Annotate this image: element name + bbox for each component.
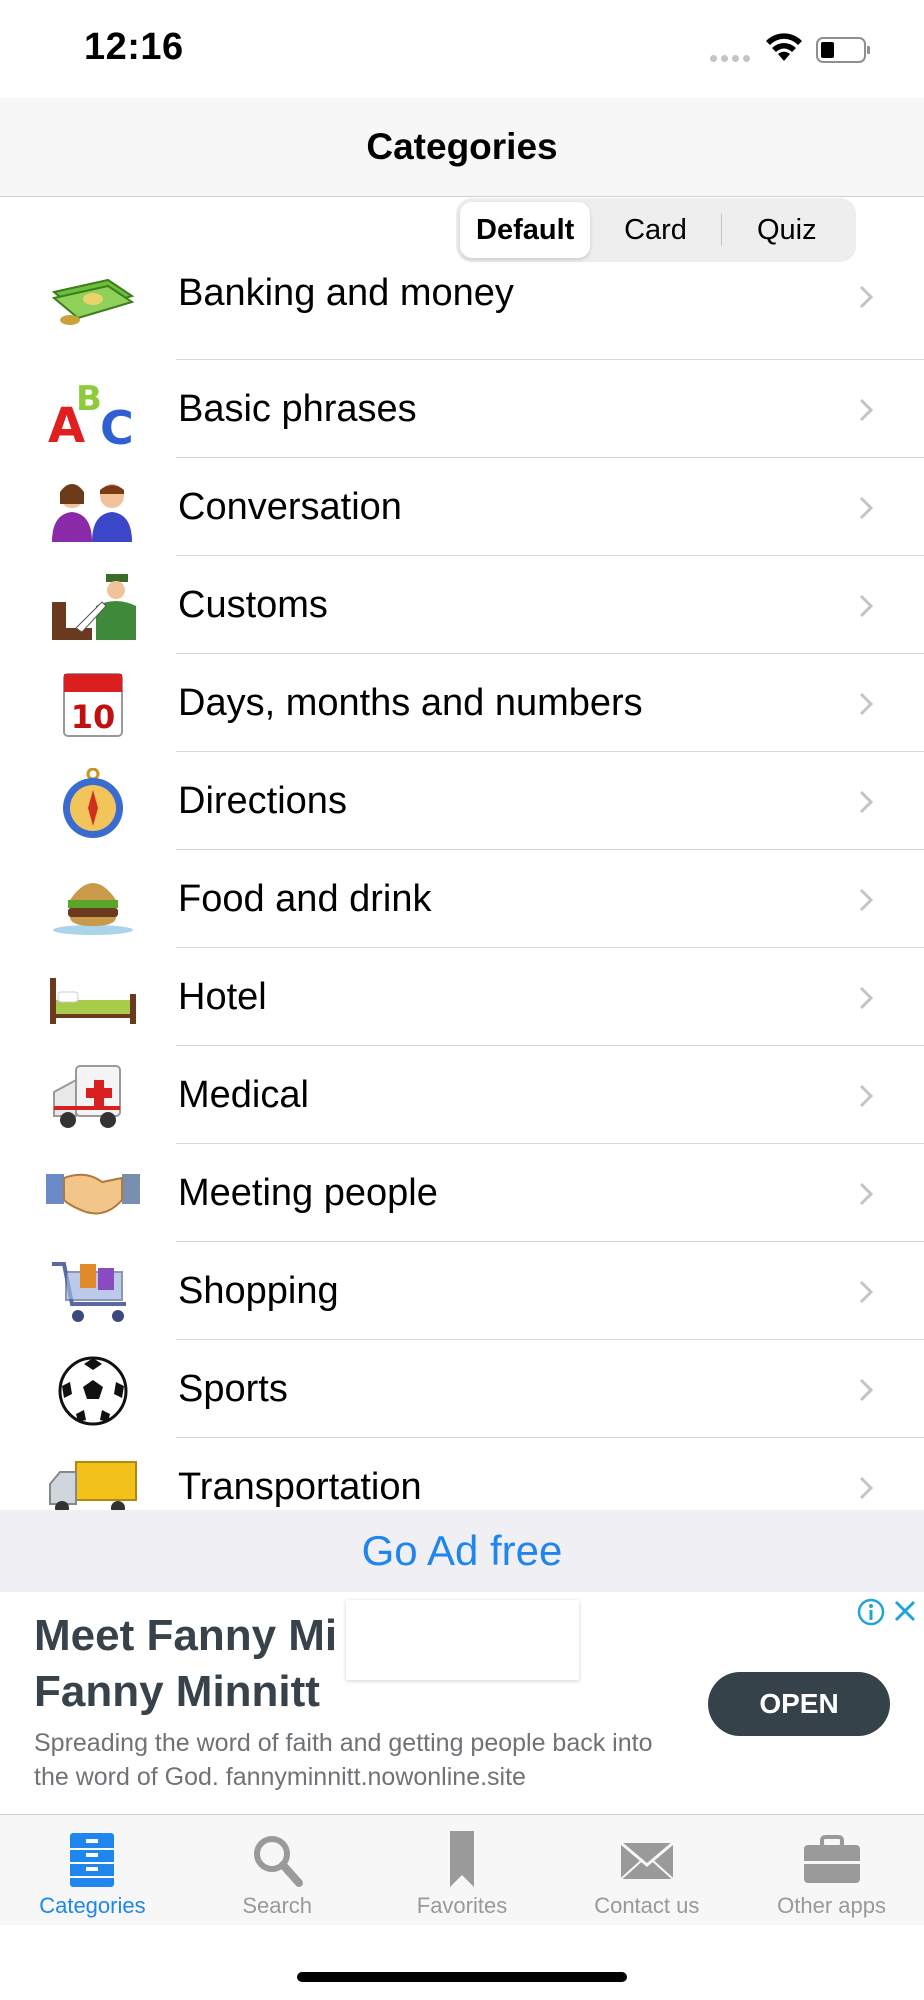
people-talking-icon xyxy=(52,484,132,542)
list-item-sports[interactable]: Sports xyxy=(0,1340,924,1438)
list-item-customs[interactable]: Customs xyxy=(0,556,924,654)
tab-label: Favorites xyxy=(416,1893,508,1918)
list-item-label: Banking and money xyxy=(178,272,514,314)
shopping-cart-icon xyxy=(52,1262,126,1322)
tab-contact-us[interactable]: Contact us xyxy=(554,1815,739,1925)
svg-text:C: C xyxy=(100,401,134,446)
list-item-shopping[interactable]: Shopping xyxy=(0,1242,924,1340)
list-item-basic-phrases[interactable]: A B C Basic phrases xyxy=(0,360,924,458)
tab-favorites[interactable]: Favorites xyxy=(370,1815,555,1925)
list-item-label: Shopping xyxy=(178,1270,339,1312)
handshake-icon xyxy=(46,1173,140,1215)
envelope-icon xyxy=(619,1841,674,1880)
tab-categories[interactable]: Categories xyxy=(0,1815,185,1925)
wifi-icon xyxy=(766,33,802,61)
chevron-right-icon xyxy=(859,398,874,422)
truck-icon xyxy=(49,1461,137,1510)
chevron-right-icon xyxy=(859,496,874,520)
segment-quiz[interactable]: Quiz xyxy=(722,202,852,258)
ad-banner[interactable]: Meet Fanny Mi Fanny Minnitt Spreading th… xyxy=(0,1592,924,1815)
tab-label: Other apps xyxy=(777,1893,886,1918)
tab-label: Contact us xyxy=(594,1893,700,1918)
list-item-label: Hotel xyxy=(178,976,267,1018)
list-item-label: Transportation xyxy=(178,1466,422,1508)
list-item-banking-and-money[interactable]: Banking and money xyxy=(0,262,924,360)
go-ad-free-button[interactable]: Go Ad free xyxy=(0,1510,924,1592)
list-item-hotel[interactable]: Hotel xyxy=(0,948,924,1046)
chevron-right-icon xyxy=(859,888,874,912)
ad-body-text: Spreading the word of faith and getting … xyxy=(34,1729,653,1791)
list-item-label: Sports xyxy=(178,1368,288,1410)
list-item-label: Food and drink xyxy=(178,878,432,920)
list-item-label: Conversation xyxy=(178,486,402,528)
svg-text:10: 10 xyxy=(71,698,116,736)
chevron-right-icon xyxy=(859,790,874,814)
abc-icon: A B C xyxy=(48,379,134,446)
go-ad-free-label: Go Ad free xyxy=(361,1527,563,1574)
chevron-right-icon xyxy=(859,594,874,618)
list-item-food-and-drink[interactable]: Food and drink xyxy=(0,850,924,948)
tab-other-apps[interactable]: Other apps xyxy=(739,1815,924,1925)
list-item-label: Directions xyxy=(178,780,347,822)
customs-officer-icon xyxy=(52,574,136,640)
chevron-right-icon xyxy=(859,986,874,1010)
list-item-label: Meeting people xyxy=(178,1172,438,1214)
list-item-meeting-people[interactable]: Meeting people xyxy=(0,1144,924,1242)
list-item-days-months-numbers[interactable]: 10 Days, months and numbers xyxy=(0,654,924,752)
svg-text:B: B xyxy=(76,379,102,419)
soccer-ball-icon xyxy=(58,1356,128,1426)
tab-label: Categories xyxy=(39,1893,146,1918)
categories-icon xyxy=(70,1833,115,1887)
bookmark-icon xyxy=(449,1831,474,1887)
chevron-right-icon xyxy=(859,1378,874,1402)
category-list: Banking and money A B C Basic phrases Co… xyxy=(0,262,924,1510)
money-icon xyxy=(51,278,135,325)
calendar-icon: 10 xyxy=(63,673,123,737)
list-item-label: Days, months and numbers xyxy=(178,682,643,724)
list-item-label: Medical xyxy=(178,1074,309,1116)
ambulance-icon xyxy=(53,1065,121,1128)
navigation-bar: Categories xyxy=(0,98,924,197)
tab-search[interactable]: Search xyxy=(185,1815,370,1925)
info-icon[interactable] xyxy=(857,1598,885,1626)
close-icon[interactable] xyxy=(892,1598,918,1624)
battery-icon xyxy=(816,37,870,63)
burger-icon xyxy=(53,883,133,935)
view-mode-segmented-control: Default Card Quiz xyxy=(456,198,856,262)
search-icon xyxy=(254,1836,304,1887)
segment-default[interactable]: Default xyxy=(460,202,591,258)
chevron-right-icon xyxy=(859,1476,874,1500)
tab-bar: Categories Search Favorites Contact us O… xyxy=(0,1815,924,1925)
list-item-medical[interactable]: Medical xyxy=(0,1046,924,1144)
bed-icon xyxy=(50,978,136,1024)
page-title: Categories xyxy=(366,126,558,167)
segment-card[interactable]: Card xyxy=(590,202,720,258)
tab-label: Search xyxy=(242,1893,313,1918)
briefcase-icon xyxy=(803,1835,860,1883)
status-time: 12:16 xyxy=(84,26,184,68)
compass-icon xyxy=(63,768,123,838)
chevron-right-icon xyxy=(859,1280,874,1304)
chevron-right-icon xyxy=(859,285,874,309)
list-item-conversation[interactable]: Conversation xyxy=(0,458,924,556)
status-bar: 12:16 xyxy=(0,0,924,98)
chevron-right-icon xyxy=(859,692,874,716)
home-indicator xyxy=(297,1972,627,1982)
list-item-label: Basic phrases xyxy=(178,388,417,430)
chevron-right-icon xyxy=(859,1182,874,1206)
ad-overlay-box xyxy=(346,1600,579,1680)
chevron-right-icon xyxy=(859,1084,874,1108)
cellular-signal-icon xyxy=(710,55,750,62)
list-item-label: Customs xyxy=(178,584,328,626)
list-item-transportation[interactable]: Transportation xyxy=(0,1438,924,1510)
ad-open-button[interactable]: OPEN xyxy=(708,1672,890,1736)
list-item-directions[interactable]: Directions xyxy=(0,752,924,850)
